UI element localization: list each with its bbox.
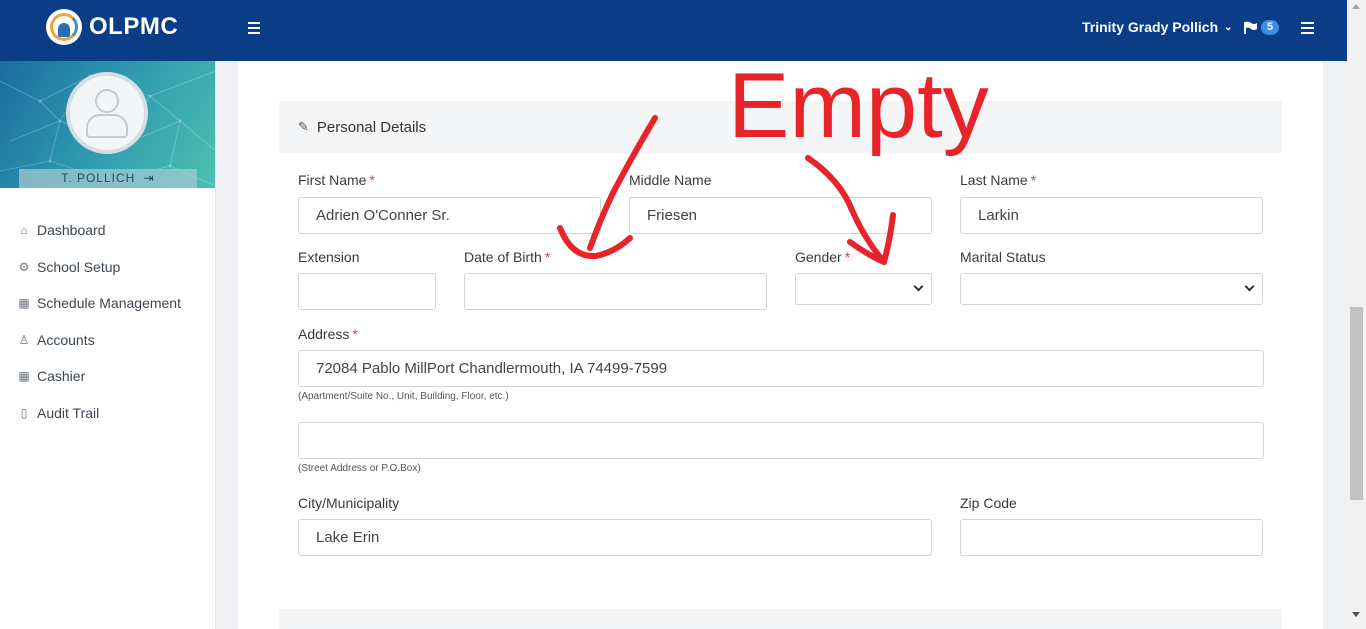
flag-icon (1244, 21, 1257, 34)
zip-code-input[interactable] (960, 519, 1263, 556)
scrollbar-thumb[interactable] (1350, 307, 1363, 500)
page-scrollbar[interactable] (1347, 0, 1366, 629)
sidebar-item-schedule-management[interactable]: ▦ Schedule Management (0, 285, 215, 322)
profile-name: T. POLLICH (61, 171, 136, 185)
sidebar-item-label: School Setup (37, 258, 121, 275)
required-mark: * (1030, 172, 1037, 188)
section-title: Personal Details (316, 118, 427, 136)
last-name-label-text: Last Name (960, 172, 1028, 188)
personal-details-card: ✎ Personal Details First Name * Adrien O'… (238, 61, 1323, 629)
marital-status-label: Marital Status (960, 249, 1046, 265)
chevron-down-icon (913, 281, 924, 292)
scroll-down-icon[interactable] (1352, 612, 1360, 617)
section-header: ✎ Personal Details (279, 101, 1282, 153)
brand[interactable]: OLPMC (46, 9, 178, 45)
address-line2-hint: (Street Address or P.O.Box) (298, 463, 421, 474)
city-label: City/Municipality (298, 495, 400, 511)
date-of-birth-input[interactable] (464, 273, 767, 310)
scroll-up-icon[interactable] (1352, 4, 1360, 9)
date-of-birth-label-text: Date of Birth (464, 249, 542, 265)
book-icon: ▯ (20, 405, 28, 420)
avatar[interactable] (66, 72, 148, 154)
address-label: Address * (298, 326, 358, 342)
marital-status-select[interactable] (960, 273, 1263, 305)
extension-label: Extension (298, 249, 360, 265)
pencil-icon: ✎ (298, 119, 309, 134)
calendar-icon: ▦ (18, 296, 30, 311)
middle-name-input[interactable]: Friesen (629, 197, 932, 234)
brand-logo-icon (46, 9, 82, 45)
zip-code-label: Zip Code (960, 495, 1017, 511)
required-mark: * (544, 249, 551, 265)
sidebar: T. POLLICH ⇥ ⌂ Dashboard ⚙ School Setup … (0, 61, 216, 629)
user-menu[interactable]: Trinity Grady Pollich ⌄ (1082, 19, 1233, 35)
required-mark: * (369, 172, 375, 188)
address-label-text: Address (298, 326, 350, 342)
last-name-input[interactable]: Larkin (960, 197, 1263, 234)
required-mark: * (352, 326, 358, 342)
sidebar-item-label: Audit Trail (37, 404, 100, 421)
first-name-label: First Name * (298, 172, 375, 188)
last-name-label: Last Name * (960, 172, 1036, 188)
date-of-birth-label: Date of Birth * (464, 249, 550, 265)
sidebar-item-label: Cashier (37, 368, 86, 385)
sidebar-toggle-icon[interactable] (248, 22, 260, 34)
sidebar-nav: ⌂ Dashboard ⚙ School Setup ▦ Schedule Ma… (0, 212, 215, 431)
sidebar-item-dashboard[interactable]: ⌂ Dashboard (0, 212, 215, 249)
top-navbar: OLPMC Trinity Grady Pollich ⌄ 5 (0, 0, 1347, 61)
users-icon: ♙ (18, 332, 30, 347)
chevron-down-icon (1244, 281, 1255, 292)
sidebar-item-school-setup[interactable]: ⚙ School Setup (0, 249, 215, 286)
sidebar-item-label: Dashboard (37, 222, 106, 239)
notification-badge: 5 (1261, 20, 1280, 35)
apps-menu-icon[interactable] (1301, 22, 1314, 34)
address-line1-hint: (Apartment/Suite No., Unit, Building, Fl… (298, 391, 509, 402)
chevron-down-icon: ⌄ (1224, 21, 1233, 33)
profile-name-strip: T. POLLICH ⇥ (19, 169, 197, 188)
first-name-input[interactable]: Adrien O'Conner Sr. (298, 197, 601, 234)
sidebar-item-label: Accounts (37, 331, 95, 348)
logout-icon[interactable]: ⇥ (144, 171, 155, 185)
city-input[interactable]: Lake Erin (298, 519, 932, 556)
brand-name: OLPMC (89, 13, 179, 40)
user-name: Trinity Grady Pollich (1082, 19, 1219, 35)
sidebar-item-label: Schedule Management (37, 295, 181, 312)
gear-icon: ⚙ (18, 259, 30, 274)
calculator-icon: ▦ (18, 369, 30, 384)
first-name-label-text: First Name (298, 172, 367, 188)
middle-name-label: Middle Name (629, 172, 712, 188)
profile-panel: T. POLLICH ⇥ (0, 61, 215, 188)
gender-label-text: Gender (795, 249, 842, 265)
address-line1-input[interactable]: 72084 Pablo MillPort Chandlermouth, IA 7… (298, 350, 1264, 387)
gender-select[interactable] (795, 273, 932, 305)
notifications[interactable]: 5 (1244, 20, 1280, 35)
next-section-header (279, 609, 1282, 629)
extension-input[interactable] (298, 273, 436, 310)
address-line2-input[interactable] (298, 422, 1264, 459)
home-icon: ⌂ (20, 223, 28, 238)
sidebar-item-audit-trail[interactable]: ▯ Audit Trail (0, 395, 215, 432)
sidebar-item-cashier[interactable]: ▦ Cashier (0, 358, 215, 395)
required-mark: * (844, 249, 851, 265)
gender-label: Gender * (795, 249, 850, 265)
sidebar-item-accounts[interactable]: ♙ Accounts (0, 322, 215, 359)
